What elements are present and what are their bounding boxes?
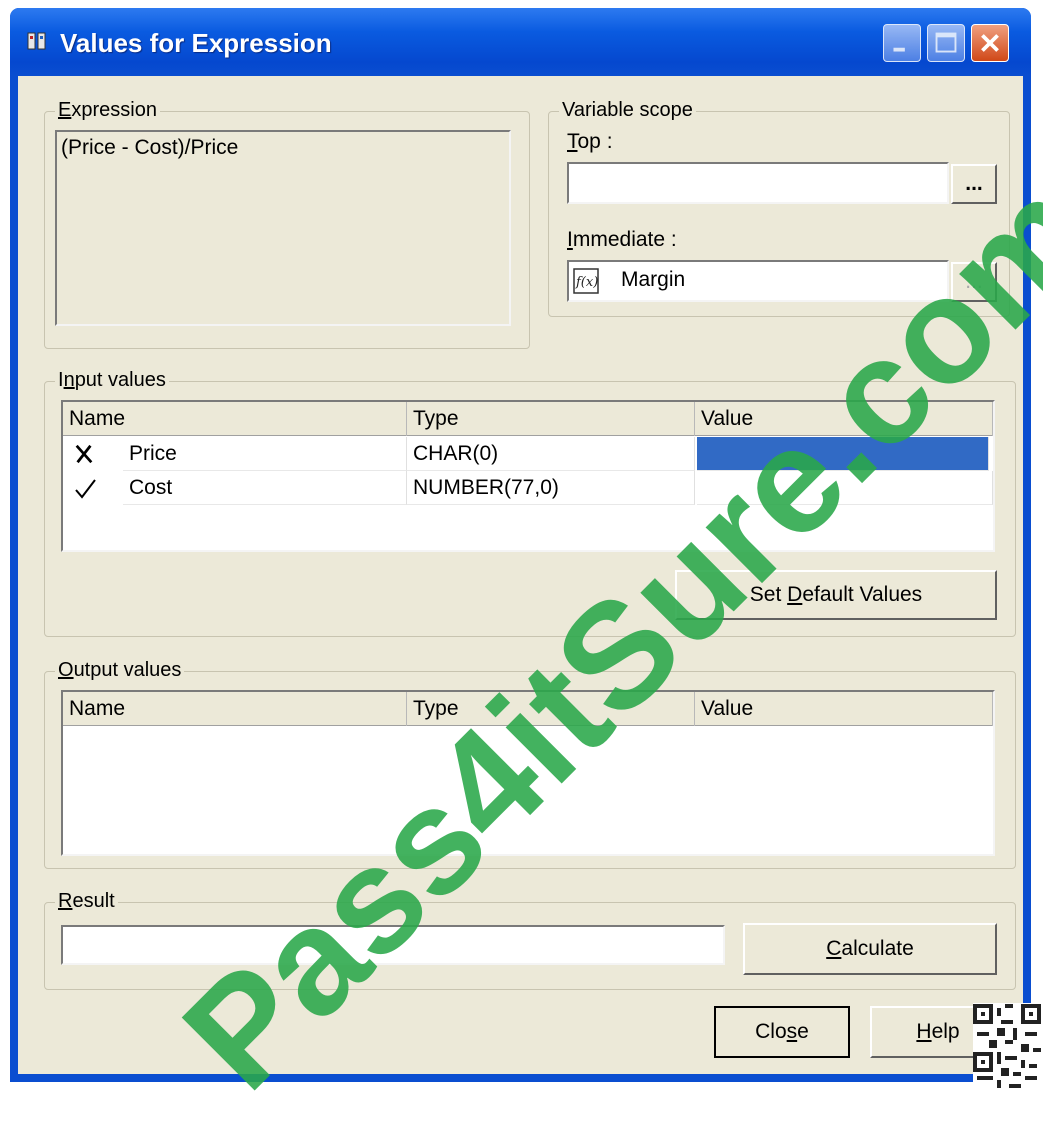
check-icon [75, 479, 96, 499]
input-row-cost[interactable]: Cost NUMBER(77,0) [63, 471, 993, 505]
output-header-value[interactable]: Value [695, 692, 993, 726]
top-label: Top : [567, 130, 613, 153]
qr-code-image [973, 1003, 1041, 1089]
app-icon [27, 32, 46, 50]
calculate-button[interactable]: Calculate [743, 923, 997, 975]
input-values-group: Input values Name Type Value Price CHAR(… [44, 369, 1016, 637]
close-label: Close [755, 1020, 809, 1043]
result-group: Result Calculate [44, 890, 1016, 990]
set-default-values-button[interactable]: Set Default Values [675, 570, 997, 620]
expression-textarea[interactable]: (Price - Cost)/Price [55, 130, 511, 326]
close-icon [981, 34, 999, 52]
maximize-button[interactable] [927, 24, 965, 62]
result-label: Result [55, 890, 118, 913]
input-values-label: Input values [55, 369, 169, 392]
immediate-label: Immediate : [567, 228, 677, 251]
input-header-name[interactable]: Name [63, 402, 407, 436]
output-header-type[interactable]: Type [407, 692, 695, 726]
output-values-label: Output values [55, 659, 185, 682]
window-title: Values for Expression [60, 28, 332, 58]
immediate-scope-field[interactable]: f(x) Margin [567, 260, 949, 302]
minimize-icon [893, 47, 905, 52]
immediate-browse-button[interactable]: ... [951, 262, 997, 302]
expression-group: Expression (Price - Cost)/Price [44, 99, 530, 349]
minimize-button[interactable] [883, 24, 921, 62]
maximize-icon [935, 32, 957, 53]
input-cell-value-selected[interactable] [697, 437, 989, 471]
immediate-browse-label: ... [965, 270, 983, 293]
input-cell-type: NUMBER(77,0) [407, 471, 695, 505]
top-scope-field[interactable] [567, 162, 949, 204]
close-button[interactable]: Close [714, 1006, 850, 1058]
top-browse-button[interactable]: ... [951, 164, 997, 204]
top-browse-label: ... [965, 172, 983, 195]
close-window-button[interactable] [971, 24, 1009, 62]
input-header-value[interactable]: Value [695, 402, 993, 436]
title-bar[interactable]: Values for Expression [10, 8, 1031, 76]
input-row-price[interactable]: Price CHAR(0) [63, 437, 993, 471]
output-grid-header: Name Type Value [63, 692, 993, 726]
input-cell-name: Cost [123, 471, 407, 505]
output-values-group: Output values Name Type Value [44, 659, 1016, 869]
dialog-window: Values for Expression Expression (Price … [10, 8, 1031, 1082]
input-header-type[interactable]: Type [407, 402, 695, 436]
expression-text: (Price - Cost)/Price [61, 136, 239, 159]
input-grid-header: Name Type Value [63, 402, 993, 436]
input-cell-name: Price [123, 437, 407, 471]
result-field[interactable] [61, 925, 725, 965]
dialog-client-area: Expression (Price - Cost)/Price Variable… [18, 76, 1023, 1074]
x-icon [75, 444, 93, 464]
expression-label: Expression [55, 99, 160, 122]
output-header-name[interactable]: Name [63, 692, 407, 726]
function-icon: f(x) [573, 268, 599, 294]
immediate-scope-value: Margin [621, 268, 686, 291]
help-label: Help [916, 1020, 960, 1043]
variable-scope-group: Variable scope Top : ... Immediate : f(x… [548, 99, 1010, 317]
output-values-grid[interactable]: Name Type Value [61, 690, 995, 856]
input-cell-type: CHAR(0) [407, 437, 695, 471]
variable-scope-label: Variable scope [559, 99, 696, 122]
set-default-values-label: Set Default Values [749, 583, 923, 606]
svg-text:f(x): f(x) [575, 275, 598, 290]
input-values-grid[interactable]: Name Type Value Price CHAR(0) Cost NUMBE… [61, 400, 995, 552]
input-cell-value[interactable] [697, 471, 993, 505]
calculate-label: Calculate [826, 937, 914, 960]
